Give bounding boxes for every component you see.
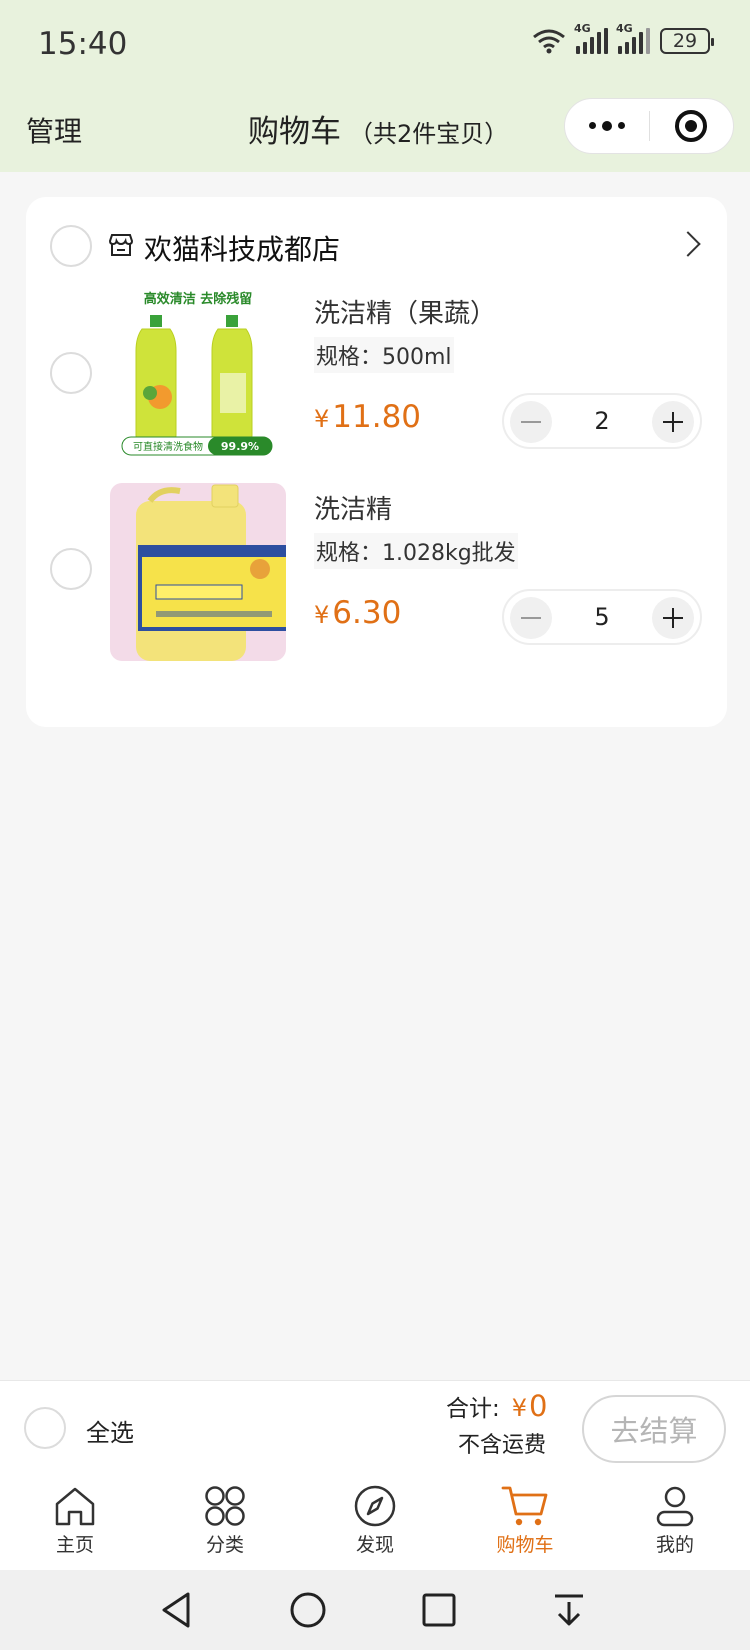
battery-icon: 29 — [660, 28, 714, 54]
tab-bar: 主页 分类 发现 购物车 我的 — [0, 1472, 750, 1570]
compass-icon — [354, 1485, 396, 1527]
product-image[interactable]: 高效清洁 去除残留 可直接清洗食物 99.9% — [110, 287, 286, 465]
product-price: ¥11.80 — [314, 399, 422, 435]
tab-mine[interactable]: 我的 — [600, 1472, 750, 1570]
freight-note: 不含运费 — [458, 1433, 547, 1458]
select-all-radio[interactable] — [24, 1407, 66, 1449]
select-all-label[interactable]: 全选 — [86, 1413, 134, 1448]
checkout-bar: 全选 合计: ¥ 0 不含运费 去结算 — [0, 1380, 750, 1472]
total-amount: 合计: ¥ 0 — [446, 1389, 548, 1423]
mini-program-capsule — [564, 98, 734, 154]
tab-home[interactable]: 主页 — [0, 1472, 150, 1570]
cart-icon — [501, 1486, 548, 1526]
tab-category[interactable]: 分类 — [150, 1472, 300, 1570]
product-title[interactable]: 洗洁精（果蔬） — [314, 293, 496, 330]
cart-item: 洗洁精 规格：1.028kg批发 ¥6.30 5 — [26, 483, 727, 663]
checkout-button[interactable]: 去结算 — [582, 1395, 726, 1463]
signal-icon: 4G — [574, 22, 608, 54]
home-circle-icon[interactable] — [288, 1590, 328, 1630]
status-time: 15:40 — [38, 26, 128, 62]
svg-text:可直接清洗食物: 可直接清洗食物 — [133, 440, 203, 453]
item-select-radio[interactable] — [50, 352, 92, 394]
product-image[interactable] — [110, 483, 286, 661]
increase-button[interactable] — [652, 597, 694, 639]
page-title-text: 购物车 — [248, 114, 341, 150]
quantity-stepper: 5 — [502, 589, 702, 645]
user-icon — [656, 1486, 694, 1527]
shop-card: 欢猫科技成都店 高效清洁 去除残留 可直接清洗食物 99.9% 洗洁精（果蔬） — [26, 197, 727, 727]
product-spec[interactable]: 规格：1.028kg批发 — [314, 533, 518, 569]
tab-discover[interactable]: 发现 — [300, 1472, 450, 1570]
quantity-stepper: 2 — [502, 393, 702, 449]
tab-cart[interactable]: 购物车 — [450, 1472, 600, 1570]
item-count-text: （共2件宝贝） — [349, 120, 509, 148]
wifi-icon — [533, 29, 565, 54]
more-dots-icon[interactable] — [565, 120, 649, 131]
manage-button[interactable]: 管理 — [26, 110, 82, 150]
cart-item: 高效清洁 去除残留 可直接清洗食物 99.9% 洗洁精（果蔬） 规格：500ml… — [26, 287, 727, 467]
signal-icon: 4G — [616, 22, 650, 54]
home-icon — [55, 1487, 95, 1526]
page-title: 购物车 （共2件宝贝） — [248, 106, 508, 151]
header: 15:40 4G 4G 29 管理 购物车 （共2件宝贝） — [0, 0, 750, 172]
item-select-radio[interactable] — [50, 548, 92, 590]
svg-text:高效清洁 去除残留: 高效清洁 去除残留 — [144, 291, 253, 307]
target-icon[interactable] — [650, 110, 734, 142]
shop-select-radio[interactable] — [50, 225, 92, 267]
system-navigation-bar — [0, 1570, 750, 1650]
shop-name[interactable]: 欢猫科技成都店 — [144, 228, 340, 268]
product-title[interactable]: 洗洁精 — [314, 489, 392, 526]
chevron-right-icon[interactable] — [675, 231, 701, 257]
increase-button[interactable] — [652, 401, 694, 443]
store-icon — [108, 234, 134, 256]
svg-text:99.9%: 99.9% — [221, 440, 259, 453]
product-price: ¥6.30 — [314, 595, 402, 631]
product-spec[interactable]: 规格：500ml — [314, 337, 454, 373]
recents-icon[interactable] — [420, 1590, 458, 1630]
collapse-down-icon[interactable] — [551, 1590, 587, 1630]
status-icons: 4G 4G 29 — [532, 22, 714, 54]
category-icon — [205, 1486, 245, 1526]
back-icon[interactable] — [158, 1590, 194, 1630]
